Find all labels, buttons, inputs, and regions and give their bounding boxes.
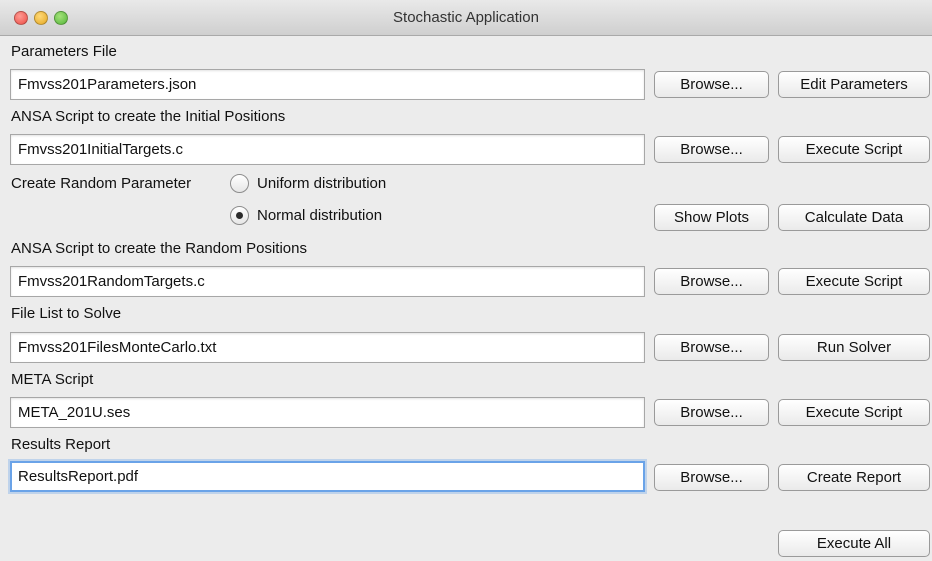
calculate-data-button[interactable]: Calculate Data	[778, 204, 930, 231]
meta-script-execute-button[interactable]: Execute Script	[778, 399, 930, 426]
initial-positions-label: ANSA Script to create the Initial Positi…	[11, 108, 286, 125]
title-bar: Stochastic Application	[0, 0, 932, 36]
results-report-browse-button[interactable]: Browse...	[654, 464, 769, 491]
file-list-browse-button[interactable]: Browse...	[654, 334, 769, 361]
create-report-button[interactable]: Create Report	[778, 464, 930, 491]
normal-distribution-radio[interactable]	[230, 206, 249, 225]
initial-positions-script-field[interactable]: Fmvss201InitialTargets.c	[10, 134, 645, 165]
random-positions-label: ANSA Script to create the Random Positio…	[11, 240, 307, 257]
stochastic-application-window: Stochastic Application Parameters File F…	[0, 0, 932, 561]
initial-positions-browse-button[interactable]: Browse...	[654, 136, 769, 163]
window-title: Stochastic Application	[393, 9, 539, 26]
results-report-field[interactable]: ResultsReport.pdf	[10, 461, 645, 492]
create-random-parameter-label: Create Random Parameter	[11, 175, 192, 192]
random-positions-browse-button[interactable]: Browse...	[654, 268, 769, 295]
results-report-label: Results Report	[11, 436, 111, 453]
parameters-browse-button[interactable]: Browse...	[654, 71, 769, 98]
meta-script-field[interactable]: META_201U.ses	[10, 397, 645, 428]
edit-parameters-button[interactable]: Edit Parameters	[778, 71, 930, 98]
random-positions-script-field[interactable]: Fmvss201RandomTargets.c	[10, 266, 645, 297]
show-plots-button[interactable]: Show Plots	[654, 204, 769, 231]
radio-selected-dot	[236, 212, 243, 219]
normal-distribution-label[interactable]: Normal distribution	[257, 207, 382, 224]
meta-script-label: META Script	[11, 371, 94, 388]
parameters-file-label: Parameters File	[11, 43, 117, 60]
initial-positions-execute-button[interactable]: Execute Script	[778, 136, 930, 163]
execute-all-button[interactable]: Execute All	[778, 530, 930, 557]
meta-script-browse-button[interactable]: Browse...	[654, 399, 769, 426]
file-list-to-solve-label: File List to Solve	[11, 305, 122, 322]
run-solver-button[interactable]: Run Solver	[778, 334, 930, 361]
parameters-file-field[interactable]: Fmvss201Parameters.json	[10, 69, 645, 100]
file-list-field[interactable]: Fmvss201FilesMonteCarlo.txt	[10, 332, 645, 363]
random-positions-execute-button[interactable]: Execute Script	[778, 268, 930, 295]
uniform-distribution-label[interactable]: Uniform distribution	[257, 175, 386, 192]
uniform-distribution-radio[interactable]	[230, 174, 249, 193]
